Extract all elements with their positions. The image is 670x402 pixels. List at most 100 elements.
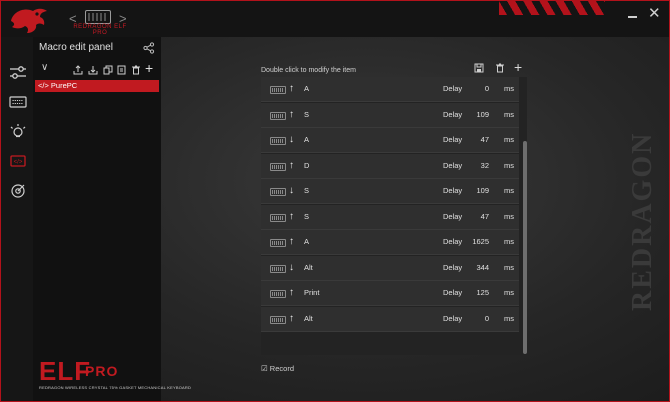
add-event-button[interactable]: +: [514, 60, 522, 74]
key-up-arrow-icon: ↑: [289, 83, 294, 94]
list-scrollbar[interactable]: [523, 141, 527, 354]
delay-label: Delay: [443, 237, 463, 246]
delay-value: 344: [476, 262, 489, 272]
delay-value: 109: [476, 186, 489, 195]
keyboard-key-icon: [270, 137, 286, 145]
macro-event-row[interactable]: ↓ Alt Delay 344 ms: [261, 255, 519, 281]
save-icon[interactable]: [474, 63, 484, 73]
macro-item-purepc[interactable]: </> PurePC: [35, 80, 159, 92]
macro-event-row[interactable]: ↑ A Delay 0 ms: [261, 77, 519, 102]
macro-panel: Macro edit panel ∨ + </> PurePC ELF PRO …: [33, 37, 191, 401]
svg-text:</>: </>: [14, 160, 23, 166]
title-bar: < > REDRAGON ELF PRO ✕: [1, 1, 669, 37]
key-up-arrow-icon: ↑: [289, 236, 294, 247]
delay-unit: ms: [504, 288, 514, 297]
delay-value: 0: [484, 313, 489, 323]
delay-value: 32: [480, 160, 489, 170]
delay-unit: ms: [504, 84, 514, 93]
delay-unit: ms: [504, 109, 514, 119]
redragon-watermark: REDRAGON: [627, 132, 658, 311]
redragon-logo: [11, 8, 47, 33]
event-key-name: S: [304, 211, 310, 221]
macro-event-row[interactable]: ↑ Print Delay 125 ms: [261, 281, 519, 306]
keyboard-key-icon: [270, 290, 286, 298]
macro-event-row[interactable]: ↑ S Delay 47 ms: [261, 204, 519, 230]
event-key-name: Alt: [304, 313, 313, 323]
delay-unit: ms: [504, 237, 514, 246]
macro-icon[interactable]: </>: [9, 153, 27, 169]
trash-icon[interactable]: [495, 63, 505, 73]
export-icon[interactable]: [88, 65, 98, 75]
delay-label: Delay: [443, 109, 463, 119]
event-key-name: Print: [304, 288, 320, 297]
macro-event-row[interactable]: ↓ S Delay 109 ms: [261, 179, 519, 204]
key-up-arrow-icon: ↑: [289, 108, 294, 120]
logo-elf-text: ELF: [39, 356, 92, 386]
keyboard-key-icon: [270, 264, 286, 273]
lighting-icon[interactable]: [9, 123, 27, 139]
keyboard-key-icon: [270, 86, 286, 94]
delay-unit: ms: [504, 135, 514, 144]
watermark-text: REDRAGON: [627, 132, 658, 311]
delay-value: 1625: [472, 237, 489, 246]
key-down-arrow-icon: ↓: [289, 261, 294, 273]
delay-label: Delay: [443, 186, 463, 195]
key-up-arrow-icon: ↑: [289, 312, 294, 324]
keyboard-key-icon: [270, 188, 286, 196]
delay-value: 109: [476, 109, 489, 119]
collapse-chevron-icon[interactable]: ∨: [41, 62, 48, 73]
event-key-name: A: [304, 135, 310, 144]
delay-label: Delay: [443, 84, 463, 93]
key-up-arrow-icon: ↑: [289, 287, 294, 298]
target-icon[interactable]: [9, 183, 27, 199]
key-down-arrow-icon: ↓: [289, 134, 294, 145]
event-key-name: S: [304, 186, 310, 195]
delay-unit: ms: [504, 186, 514, 195]
macro-event-row[interactable]: ↑ S Delay 109 ms: [261, 102, 519, 128]
device-switcher: < > REDRAGON ELF PRO: [67, 7, 129, 36]
close-button[interactable]: ✕: [648, 5, 661, 23]
elf-pro-logo: ELF PRO REDRAGON WIRELESS CRYSTAL 75% GA…: [39, 356, 191, 397]
keyboard-key-icon: [270, 239, 286, 247]
share-icon[interactable]: [143, 42, 155, 54]
event-key-name: A: [304, 84, 310, 93]
key-up-arrow-icon: ↑: [289, 159, 294, 171]
panel-title: Macro edit panel: [39, 42, 113, 53]
logo-pro-text: PRO: [85, 363, 119, 379]
macro-event-row[interactable]: ↑ Alt Delay 0 ms: [261, 306, 519, 332]
macro-event-row[interactable]: ↑ A Delay 1625 ms: [261, 230, 519, 255]
keyboard-thumbnail-icon: [85, 10, 111, 24]
delay-unit: ms: [504, 160, 514, 170]
logo-subtitle: REDRAGON WIRELESS CRYSTAL 75% GASKET MEC…: [39, 385, 192, 390]
delay-unit: ms: [504, 211, 514, 221]
copy-icon[interactable]: [103, 65, 113, 75]
event-key-name: A: [304, 237, 310, 246]
delay-label: Delay: [443, 288, 463, 297]
edit-icon[interactable]: [117, 65, 127, 75]
import-icon[interactable]: [73, 65, 83, 75]
delay-unit: ms: [504, 313, 514, 323]
macro-event-row[interactable]: ↑ D Delay 32 ms: [261, 153, 519, 179]
macro-event-row[interactable]: ↓ A Delay 47 ms: [261, 128, 519, 153]
macro-event-list: ↑ A Delay 0 ms ↑ S Delay 109 ms ↓ A Delay 47 ms ↑ D Delay…: [261, 77, 527, 355]
key-up-arrow-icon: ↑: [289, 210, 294, 222]
left-nav: </>: [1, 37, 33, 401]
minimize-button[interactable]: [626, 9, 640, 23]
delay-label: Delay: [443, 135, 463, 144]
keyboard-key-icon: [270, 162, 286, 171]
delay-label: Delay: [443, 160, 463, 170]
keyboard-key-icon: [270, 213, 286, 222]
delay-value: 0: [484, 84, 489, 93]
delete-icon[interactable]: [131, 65, 141, 75]
sliders-icon[interactable]: [9, 65, 27, 81]
keyboard-icon[interactable]: [9, 94, 27, 110]
record-checkbox[interactable]: ☑ Record: [261, 364, 294, 373]
delay-label: Delay: [443, 313, 463, 323]
macro-item-label: </> PurePC: [38, 81, 78, 90]
add-macro-button[interactable]: +: [145, 61, 157, 75]
edit-hint: Double click to modify the item: [261, 67, 356, 74]
delay-label: Delay: [443, 211, 463, 221]
key-down-arrow-icon: ↓: [289, 185, 294, 196]
delay-value: 47: [480, 211, 489, 221]
delay-unit: ms: [504, 262, 514, 272]
